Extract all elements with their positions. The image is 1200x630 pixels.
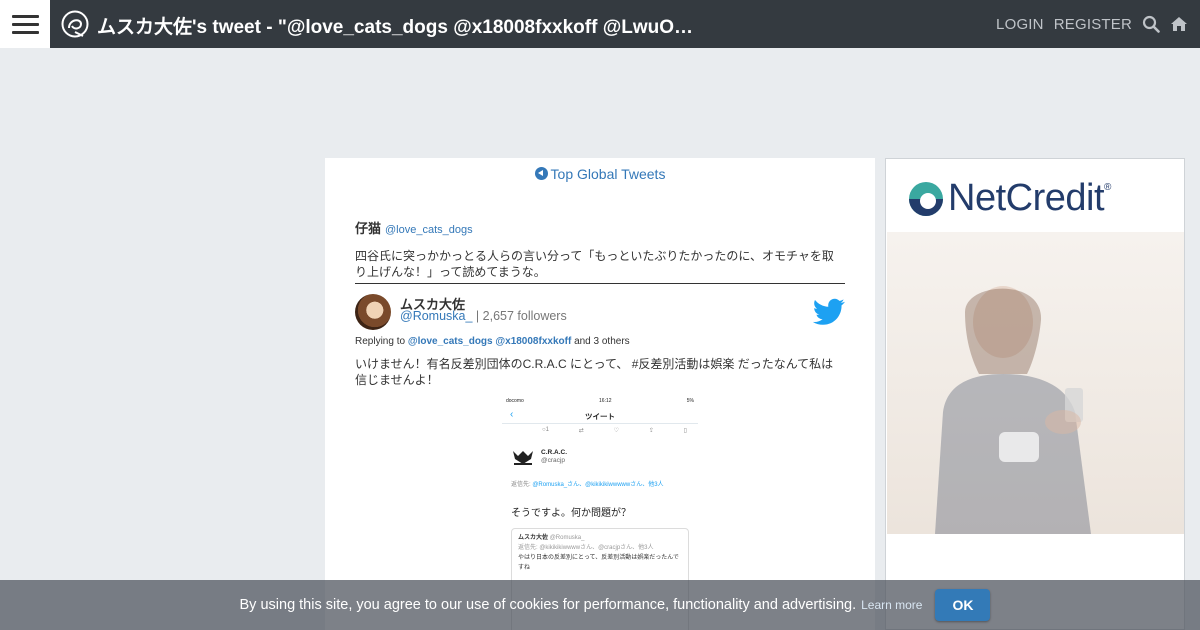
ad-trademark: ® <box>1104 182 1111 193</box>
follower-count: | 2,657 followers <box>475 309 567 323</box>
screenshot-inner-name: ムスカ大佐 <box>518 535 549 541</box>
carrier-label: docomo <box>506 398 524 404</box>
avatar[interactable] <box>355 294 391 330</box>
top-navbar: ムスカ大佐's tweet - "@love_cats_dogs @x18008… <box>0 0 1200 48</box>
cookie-ok-button[interactable]: OK <box>935 589 991 621</box>
menu-icon-line <box>11 30 39 34</box>
nav-links: LOGIN REGISTER <box>996 0 1188 48</box>
battery-label: 5% <box>686 398 694 404</box>
screenshot-reply-rest: 他3人 <box>648 482 664 488</box>
woman-with-phone-image <box>935 286 1091 534</box>
screenshot-inner-text: やはり日本の反差別にとって、反差別活動は娯楽だったんですね <box>518 555 679 571</box>
advertisement[interactable]: NetCredit® <box>885 158 1185 630</box>
tweet-header: ムスカ大佐 @Romuska_ | 2,657 followers <box>355 294 845 334</box>
screenshot-inner-handle: @Romuska_ <box>549 535 585 541</box>
register-link[interactable]: REGISTER <box>1054 16 1132 33</box>
reply-count: 1 <box>545 427 549 433</box>
ad-photo <box>887 232 1184 534</box>
screenshot-reply-to: 返信先: @Romuska_さん、@kikikikiwwwwwさん、他3人 <box>511 482 664 488</box>
twitter-bird-icon[interactable] <box>813 298 845 326</box>
crac-logo-icon <box>513 451 533 465</box>
top-global-tweets-label: Top Global Tweets <box>550 166 666 182</box>
status-time: 16:12 <box>599 398 612 404</box>
login-link[interactable]: LOGIN <box>996 16 1044 33</box>
divider <box>502 423 698 424</box>
menu-icon <box>11 14 39 18</box>
retweet-icon: ⇄ <box>578 428 584 434</box>
phone-status-bar: docomo 16:12 5% <box>506 398 694 404</box>
tweet-text: いけません！有名反差別団体のC.R.A.C にとって、 #反差別活動は娯楽 だっ… <box>355 357 834 387</box>
replying-suffix: and 3 others <box>574 336 630 347</box>
share-icon: ⇪ <box>648 428 654 434</box>
site-logo-icon[interactable] <box>61 10 89 38</box>
divider <box>355 283 845 284</box>
top-global-tweets-link[interactable]: Top Global Tweets <box>325 166 875 182</box>
tweet-card: Top Global Tweets 仔猫 @love_cats_dogs 四谷氏に… <box>325 158 875 630</box>
ad-brand-name: NetCredit® <box>948 177 1111 220</box>
reply-icon: ○1 <box>542 427 549 433</box>
arrow-circle-left-icon <box>534 167 548 180</box>
bookmark-icon: ▯ <box>683 428 687 434</box>
like-icon: ♡ <box>613 428 620 434</box>
screenshot-main-text: そうですよ。何か問題が？ <box>511 508 631 519</box>
screenshot-inner-reply: 返信先: @kikikikiwwwwさん、@cracjpさん、他3人 <box>518 545 654 551</box>
cookie-consent-text: By using this site, you agree to our use… <box>239 597 857 613</box>
search-icon[interactable] <box>1142 15 1160 33</box>
screenshot-reply-handles: @Romuska_さん、@kikikikiwwwwwさん、 <box>532 482 649 488</box>
cookie-consent-banner: By using this site, you agree to our use… <box>0 580 1200 630</box>
quoted-tweet: 仔猫 @love_cats_dogs 四谷氏に突っかかっとる人らの言い分って「もっ… <box>355 218 845 280</box>
replying-to: Replying to @love_cats_dogs @x18008fxxko… <box>355 336 630 347</box>
home-icon[interactable] <box>1170 15 1188 33</box>
tweet-author-meta: @Romuska_ | 2,657 followers <box>400 309 567 323</box>
screenshot-account-name: C.R.A.C. <box>541 449 567 456</box>
hamburger-menu-button[interactable] <box>0 0 50 48</box>
page-title[interactable]: ムスカ大佐's tweet - "@love_cats_dogs @x18008… <box>97 12 697 39</box>
screenshot-account-handle: @cracjp <box>541 457 565 464</box>
quoted-tweet-text: 四谷氏に突っかかっとる人らの言い分って「もっといたぶりたかったのに、オモチャを取… <box>355 249 834 279</box>
quoted-author-handle[interactable]: @love_cats_dogs <box>385 224 473 236</box>
replying-prefix: Replying to <box>355 336 406 347</box>
tweet-author-handle[interactable]: @Romuska_ <box>400 309 472 323</box>
replying-handles[interactable]: @love_cats_dogs @x18008fxxkoff <box>408 336 571 347</box>
ad-brand-text: NetCredit <box>948 177 1105 219</box>
screenshot-actions: ○1 ⇄ ♡ ⇪ ▯ <box>542 427 687 434</box>
menu-icon-line <box>11 22 39 26</box>
learn-more-link[interactable]: Learn more <box>861 598 922 612</box>
quoted-author-name: 仔猫 <box>355 221 382 236</box>
screenshot-header: ツイート <box>585 412 615 421</box>
